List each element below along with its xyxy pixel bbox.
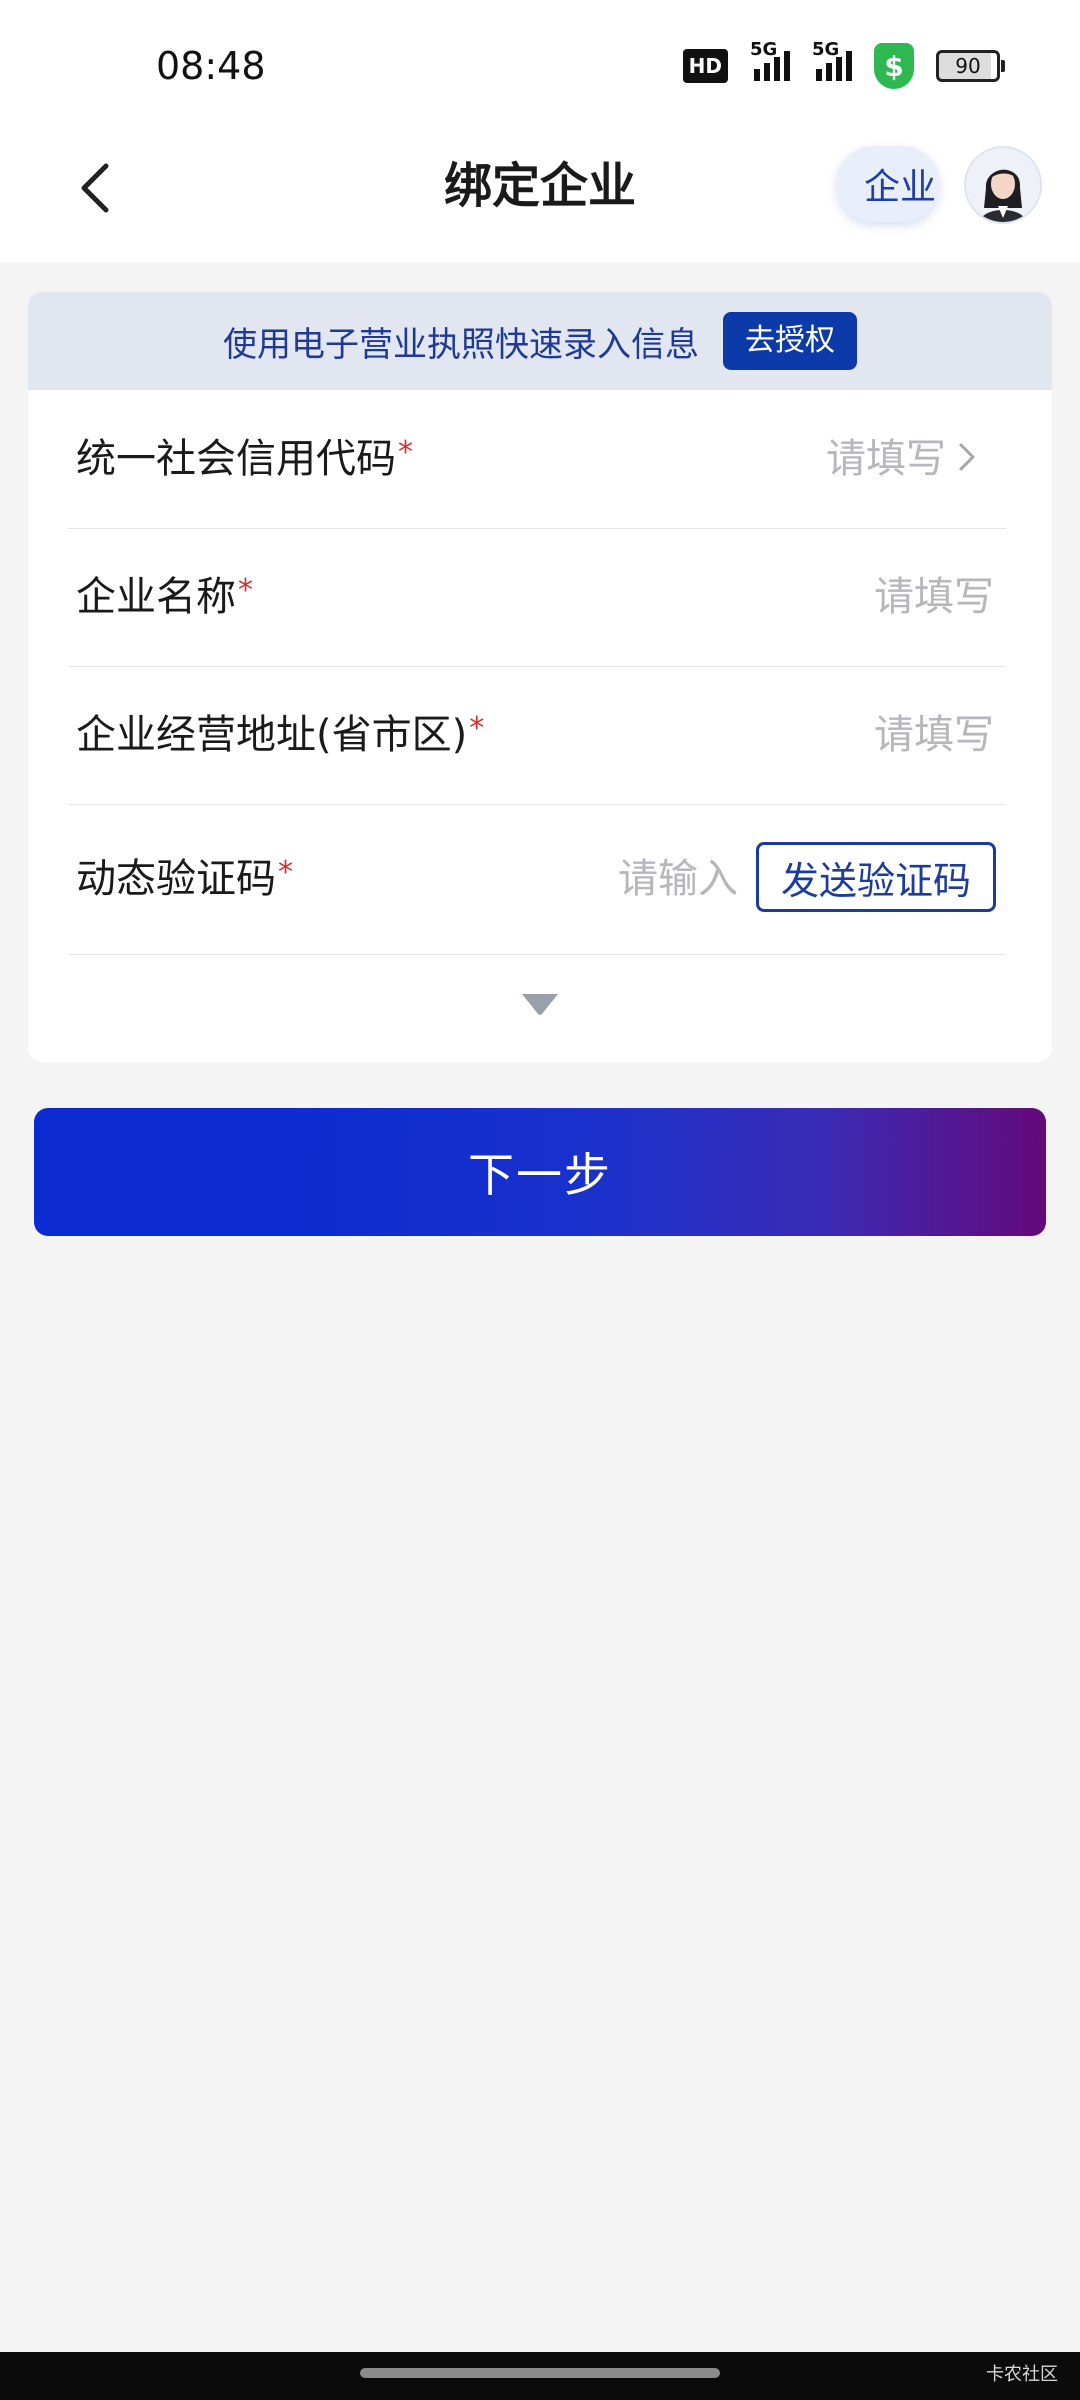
verification-code-input[interactable]: 请输入 [618,804,738,954]
field-company-address[interactable]: 企业经营地址(省市区)* 请填写 [68,666,1006,805]
license-banner: 使用电子营业执照快速录入信息 去授权 [28,292,1052,390]
field-label: 企业经营地址(省市区)* [76,711,485,758]
triangle-down-icon [522,994,558,1015]
avatar[interactable] [964,146,1042,224]
home-indicator[interactable] [360,2368,720,2378]
field-label: 企业名称* [76,573,253,620]
authorize-button[interactable]: 去授权 [723,312,857,370]
chevron-right-icon [959,443,975,471]
form-card: 使用电子营业执照快速录入信息 去授权 统一社会信用代码* 请填写 企业名称* 请… [28,292,1052,1062]
company-name-input[interactable]: 请填写 [874,528,994,666]
status-icons: HD 5G 5G $ 90 [682,39,1005,89]
field-company-name[interactable]: 企业名称* 请填写 [68,528,1006,667]
company-address-input[interactable]: 请填写 [874,666,994,804]
banner-text: 使用电子营业执照快速录入信息 [223,324,699,365]
hd-voice-icon: HD [682,49,728,83]
status-time: 08:48 [156,44,266,88]
signal-5g-icon-2: 5G [812,39,852,81]
field-label: 动态验证码* [76,855,293,902]
assistant-avatar-icon [966,148,1040,222]
signal-5g-icon: 5G [750,39,790,81]
field-verification-code: 动态验证码* 请输入 发送验证码 [68,804,1006,955]
field-label: 统一社会信用代码* [76,435,413,482]
enterprise-tab[interactable]: 企业: [836,146,940,222]
next-button[interactable]: 下一步 [34,1108,1046,1236]
field-credit-code[interactable]: 统一社会信用代码* 请填写 [68,390,1006,529]
enterprise-tab-label: 企业: [864,167,940,208]
field-placeholder: 请填写 [826,436,946,482]
send-code-button[interactable]: 发送验证码 [756,842,996,912]
status-bar: 08:48 HD 5G 5G $ 90 [0,0,1080,132]
system-nav-bar: 卡农社区 [0,2352,1080,2400]
expand-toggle[interactable] [28,992,1052,1018]
security-shield-icon: $ [874,43,914,89]
header: 绑定企业 企业: [0,132,1080,262]
battery-icon: 90 [936,50,1005,82]
watermark: 卡农社区 [986,2364,1058,2385]
